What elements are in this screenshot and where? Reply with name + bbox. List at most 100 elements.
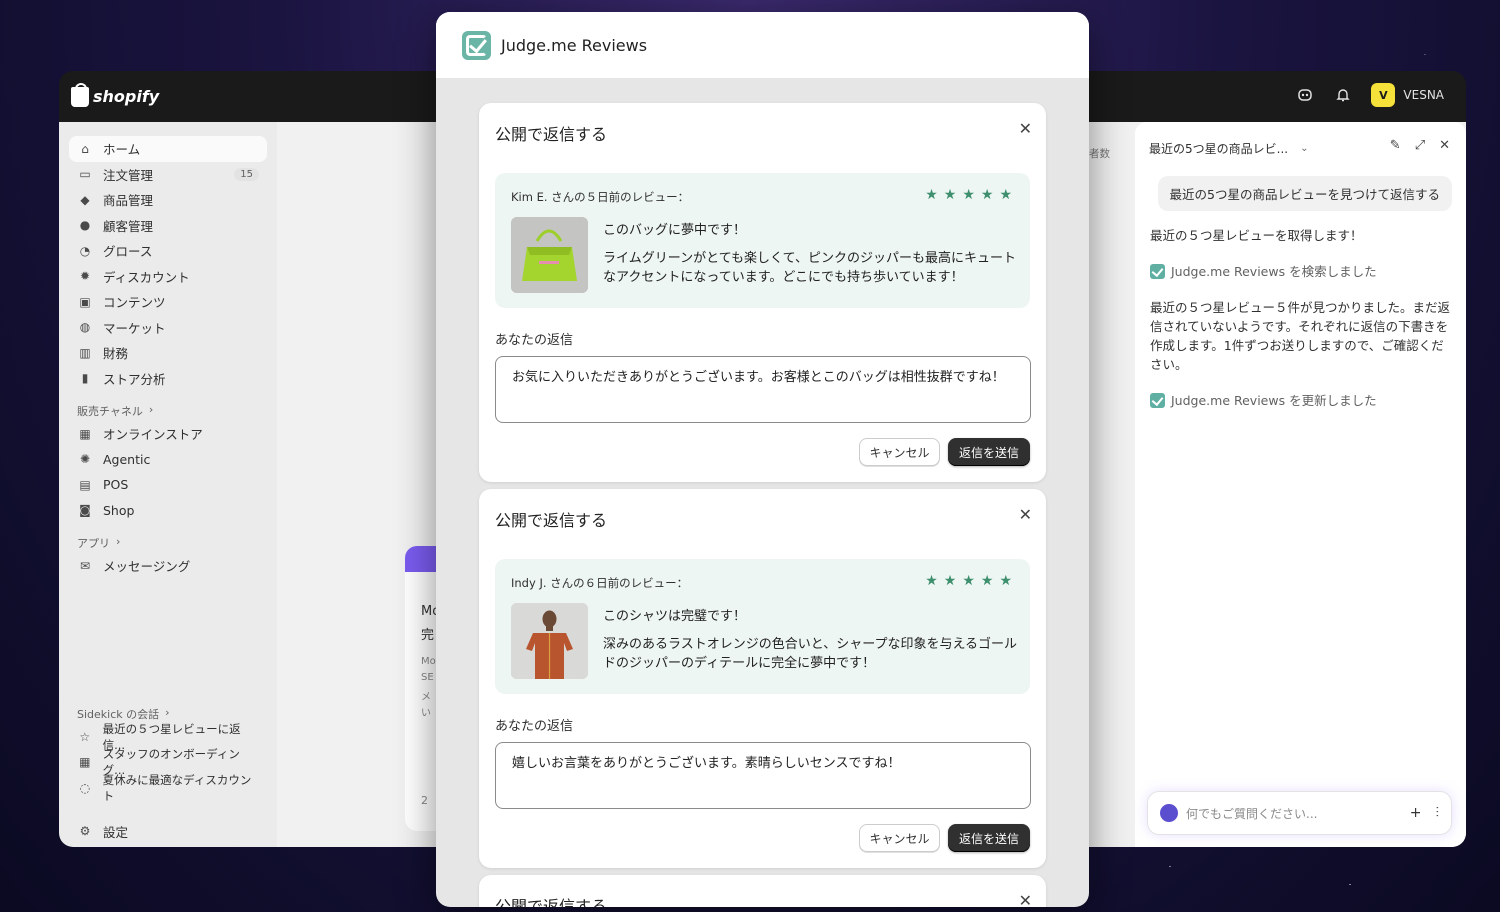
shopify-wordmark: shopify [93,87,160,106]
sidebar-item-messaging[interactable]: ✉ メッセージング [69,553,267,579]
store-avatar[interactable]: V [1371,83,1396,107]
sidebar-item-label: ディスカウント [103,269,190,285]
reply-label: あなたの返信 [495,719,574,734]
modal-header: Judge.me Reviews [436,12,1089,78]
gear-icon: ⚙ [79,824,91,839]
conversation-title[interactable]: 最近の5つ星の商品レビ... [1149,140,1288,157]
section-label: アプリ [77,537,110,550]
sidebar-item-customers[interactable]: ● 顧客管理 [69,213,267,239]
review-meta: Indy J. さんの６日前のレビュー： [511,576,689,590]
star-rating: ★ ★ ★ ★ ★ [925,187,1012,203]
send-reply-button[interactable]: 返信を送信 [948,438,1030,466]
card-text: 完 [421,628,435,643]
sidebar-item-label: ストア分析 [103,371,166,387]
sidebar-item-finance[interactable]: ▥ 財務 [69,340,267,366]
conversation-item[interactable]: ◌ 夏休みに最適なディスカウント [69,772,267,803]
reply-textarea[interactable]: 嬉しいお言葉をありがとうございます。素晴らしいセンスですね！ [495,742,1031,809]
close-icon[interactable]: ✕ [1019,891,1032,907]
shopify-logo[interactable]: shopify [71,82,160,107]
voice-icon[interactable]: ⫶ [1436,805,1440,821]
shopify-bag-icon [71,82,89,107]
sidebar-item-label: グロース [103,244,153,260]
stat-label: 者数 [1089,148,1110,160]
sidebar-item-label: 注文管理 [103,167,154,183]
assistant-message: 最近の５つ星レビューを取得します！ [1150,228,1363,243]
section-label: Sidekick の会話 [77,708,160,721]
card-text: い [421,708,431,719]
sidebar-item-analytics[interactable]: ▮ ストア分析 [69,366,267,392]
review-meta: Kim E. さんの５日前のレビュー： [511,190,690,204]
sidekick-icon[interactable] [1295,85,1315,105]
card-title: 公開で返信する [495,897,608,907]
cancel-button[interactable]: キャンセル [859,438,940,466]
card-title: 公開で返信する [495,125,608,144]
sidebar-item-label: ホーム [103,142,141,158]
sidebar-item-shop[interactable]: ◙ Shop [69,498,267,524]
close-icon[interactable]: ✕ [1019,505,1032,524]
sidebar-item-products[interactable]: ◆ 商品管理 [69,187,267,213]
sidekick-header: 最近の5つ星の商品レビ... ⌄ ✎ ⤢ ✕ [1135,122,1466,174]
close-icon[interactable]: ✕ [1439,138,1450,153]
grid-icon: ▦ [79,755,91,770]
tool-call-status[interactable]: Judge.me Reviews を更新しました [1150,391,1452,410]
review-text: 深みのあるラストオレンジの色合いと、シャープな印象を与えるゴールドのジッパーのデ… [603,637,1018,671]
send-reply-button[interactable]: 返信を送信 [948,824,1030,852]
cancel-button[interactable]: キャンセル [859,824,940,852]
sparkle-icon: ✺ [79,452,91,467]
chevron-down-icon[interactable]: ⌄ [1300,143,1308,154]
close-icon[interactable]: ✕ [1019,119,1032,138]
review-title: このバッグに夢中です！ [603,223,747,238]
conversation-label: 夏休みに最適なディスカウント [102,772,252,803]
sidebar-item-label: 財務 [103,346,129,362]
star-icon: ☆ [79,729,91,744]
tool-call-status[interactable]: Judge.me Reviews を検索しました [1150,262,1452,281]
reply-card: 公開で返信する ✕ Kim E. さんの５日前のレビュー： ★ ★ ★ ★ ★ このバッ… [479,103,1046,482]
sales-channels-header[interactable]: 販売チャネル › [69,391,267,421]
sidebar-item-label: Shop [103,502,135,518]
store-name[interactable]: VESNA [1403,88,1444,102]
tool-call-label: Judge.me Reviews を検索しました [1171,264,1377,279]
sidebar-item-home[interactable]: ⌂ ホーム [69,136,267,162]
reply-card: 公開で返信する ✕ Indy J. さんの６日前のレビュー： ★ ★ ★ ★ ★ このシ… [479,489,1046,868]
sidekick-messages: 最近の５つ星レビューを取得します！ Judge.me Reviews を検索しま… [1150,226,1452,427]
star-icon: ★ [962,187,975,203]
star-icon: ★ [962,573,975,589]
image-icon: ▣ [79,294,91,309]
gauge-icon: ◔ [79,243,91,258]
card-text: メ [421,692,431,703]
section-label: 販売チャネル [77,405,143,418]
sidebar-item-growth[interactable]: ◔ グロース [69,238,267,264]
sidebar-item-label: オンラインストア [103,427,203,443]
sidebar-item-settings[interactable]: ⚙ 設定 [69,819,267,845]
sidebar-item-discounts[interactable]: ✹ ディスカウント [69,264,267,290]
review-text: ライムグリーンがとても楽しくて、ピンクのジッパーも最高にキュートなアクセントにな… [603,251,1017,285]
input-placeholder: 何でもご質問ください... [1186,806,1318,821]
apps-header[interactable]: アプリ › [69,523,267,553]
reply-label: あなたの返信 [495,333,574,348]
card-title: 公開で返信する [495,511,608,530]
judgeme-modal: Judge.me Reviews 公開で返信する ✕ Kim E. さんの５日前… [436,12,1089,907]
star-icon: ★ [925,573,938,589]
sidekick-conversations-header[interactable]: Sidekick の会話 › [69,694,267,724]
judgeme-logo-icon [462,30,491,60]
plus-icon[interactable]: + [1410,805,1422,821]
sidebar-item-label: マーケット [103,320,166,336]
review-box: Kim E. さんの５日前のレビュー： ★ ★ ★ ★ ★ このバッグに夢中です！ ライ… [495,173,1030,308]
home-icon: ⌂ [81,141,89,156]
sidebar-item-label: Agentic [103,451,151,467]
sidekick-panel: 最近の5つ星の商品レビ... ⌄ ✎ ⤢ ✕ 最近の5つ星の商品レビューを見つけ… [1135,122,1466,847]
sidebar-item-pos[interactable]: ▤ POS [69,472,267,498]
expand-icon[interactable]: ⤢ [1415,138,1425,153]
sidebar-item-agentic[interactable]: ✺ Agentic [69,447,267,473]
star-icon: ★ [980,187,994,203]
new-chat-icon[interactable]: ✎ [1390,138,1401,153]
sidebar-item-orders[interactable]: ▭ 注文管理 15 [69,162,267,188]
sidekick-input[interactable]: 何でもご質問ください... + ⫶ [1147,791,1452,835]
sidebar-item-online-store[interactable]: ▦ オンラインストア [69,421,267,447]
bell-icon[interactable] [1333,85,1353,105]
tag-icon: ◆ [80,192,90,207]
sidebar-item-markets[interactable]: ◍ マーケット [69,315,267,341]
star-icon: ★ [980,573,994,589]
reply-textarea[interactable]: お気に入りいただきありがとうございます。お客様とこのバッグは相性抜群ですね！ [495,356,1031,423]
sidebar-item-content[interactable]: ▣ コンテンツ [69,289,267,315]
